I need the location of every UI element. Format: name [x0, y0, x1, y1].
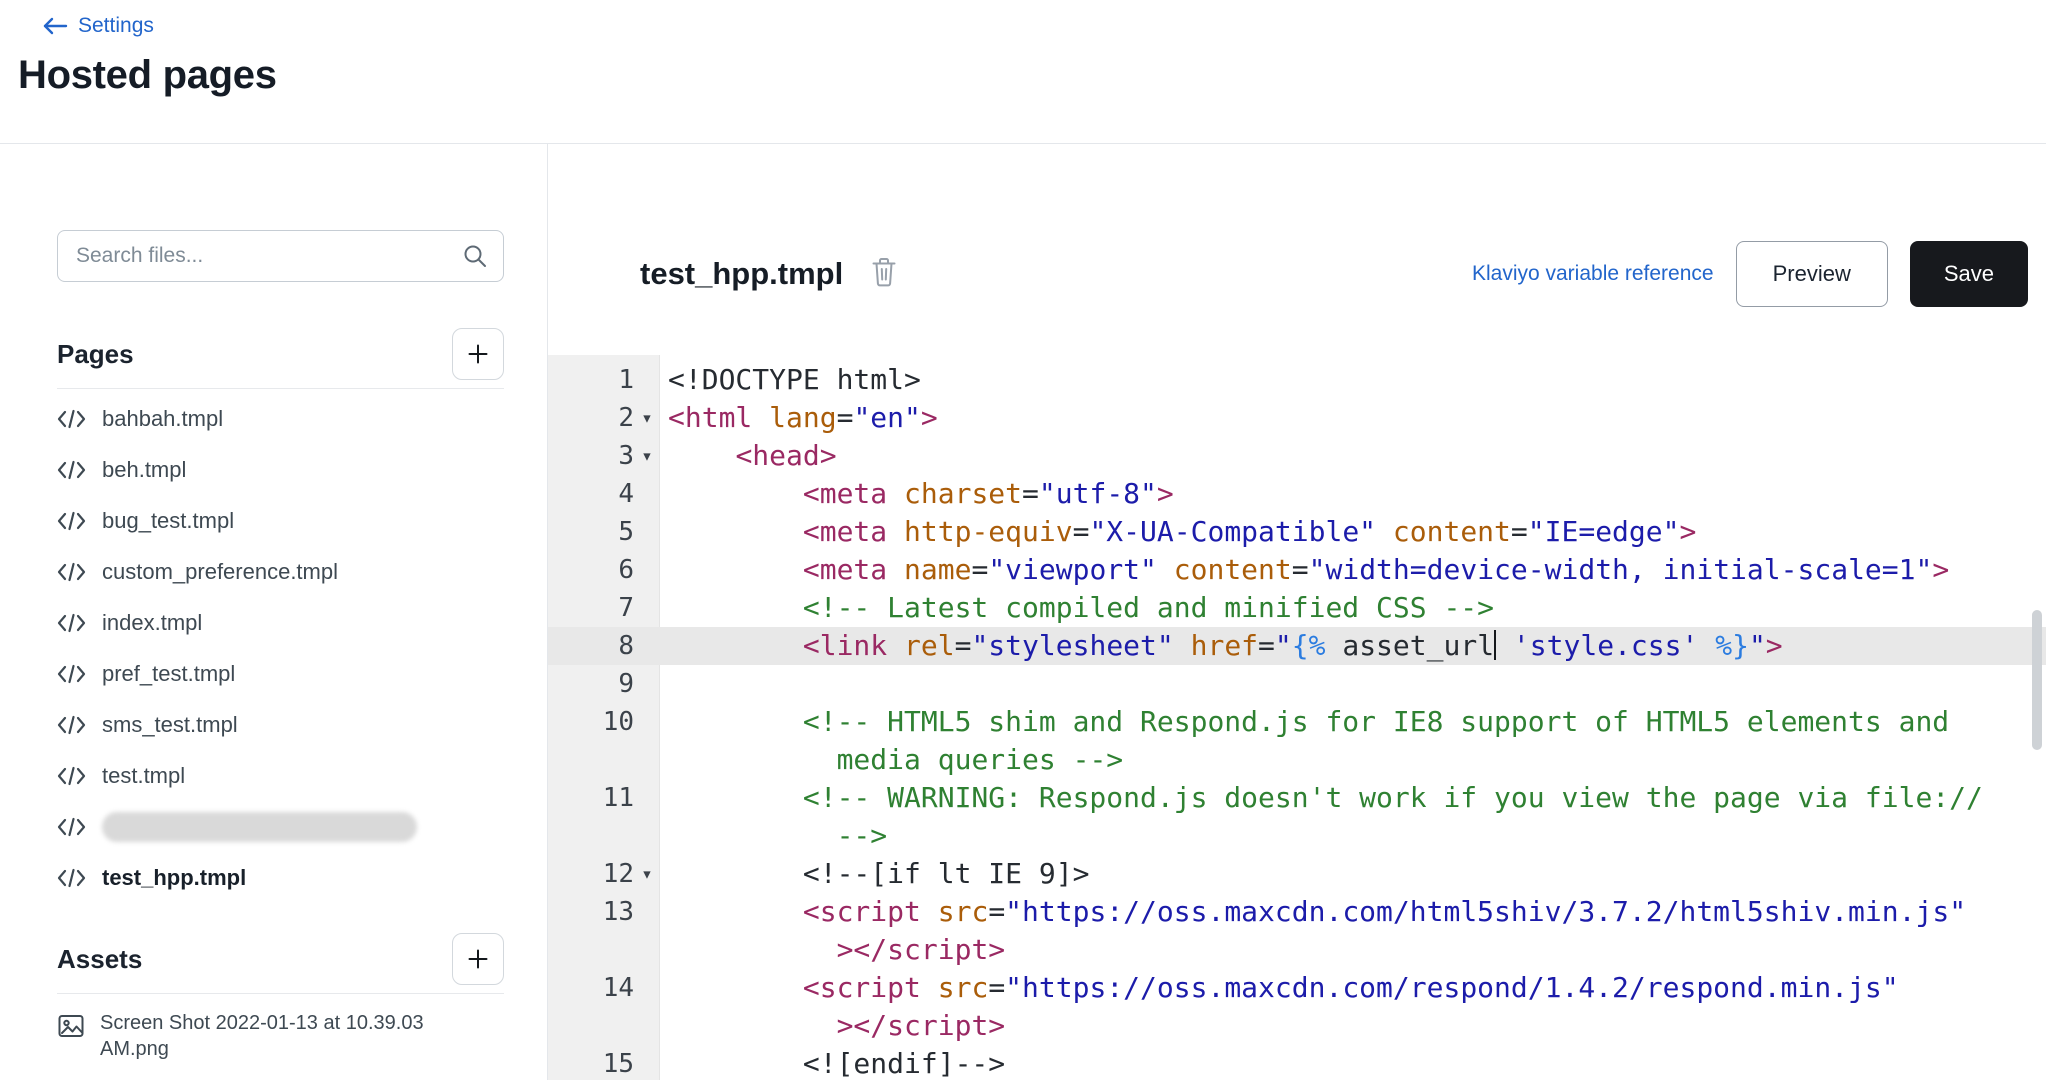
file-item[interactable]: bug_test.tmpl: [57, 495, 504, 546]
editor-line[interactable]: 3 ▾ <head>: [548, 437, 2046, 475]
hosted-pages-screen: Settings Hosted pages Pages bahbah.tmplb…: [0, 0, 2046, 1080]
line-number: 8: [618, 631, 634, 661]
line-number: 7: [618, 593, 634, 623]
variable-reference-link[interactable]: Klaviyo variable reference: [1472, 262, 1714, 286]
back-arrow-icon: [43, 17, 68, 35]
editor-line[interactable]: 13 <script src="https://oss.maxcdn.com/h…: [548, 893, 2046, 969]
editor-line[interactable]: 5 <meta http-equiv="X-UA-Compatible" con…: [548, 513, 2046, 551]
assets-section-header: Assets: [57, 933, 504, 994]
line-number: 3 ▾: [548, 437, 660, 475]
code-file-icon: [57, 613, 86, 632]
editor-line[interactable]: 7 <!-- Latest compiled and minified CSS …: [548, 589, 2046, 627]
line-number: 15: [602, 1049, 634, 1079]
back-label: Settings: [78, 14, 154, 37]
save-button[interactable]: Save: [1909, 240, 2028, 307]
image-file-icon: [58, 1015, 84, 1037]
file-name: bahbah.tmpl: [102, 405, 224, 431]
editor-line[interactable]: 2 ▾ <html lang="en">: [548, 399, 2046, 437]
file-name: custom_preference.tmpl: [102, 558, 338, 584]
fold-arrow-icon[interactable]: ▾: [634, 437, 660, 475]
editor-line[interactable]: 9: [548, 665, 2046, 703]
code-file-icon: [57, 715, 86, 734]
file-item[interactable]: custom_preference.tmpl: [57, 546, 504, 597]
code-file-icon: [57, 460, 86, 479]
redacted-filename: [102, 811, 417, 842]
editor-line[interactable]: 14 <script src="https://oss.maxcdn.com/r…: [548, 969, 2046, 1045]
back-to-settings-link[interactable]: Settings: [42, 14, 154, 38]
code-file-icon: [57, 511, 86, 530]
editor-line[interactable]: 15 <![endif]-->: [548, 1045, 2046, 1080]
fold-arrow-icon[interactable]: ▾: [634, 399, 660, 437]
search-files-input[interactable]: [57, 230, 504, 282]
pages-section-header: Pages: [57, 328, 504, 389]
editor-line[interactable]: 12 ▾ <!--[if lt IE 9]>: [548, 855, 2046, 893]
file-name: sms_test.tmpl: [102, 711, 238, 737]
code-file-icon: [57, 409, 86, 428]
preview-button[interactable]: Preview: [1735, 240, 1888, 307]
code-lines: 1 <!DOCTYPE html> 2 ▾ <html lang="en"> 3 ▾ <he…: [548, 355, 2046, 1080]
code-file-icon: [57, 868, 86, 887]
delete-file-button[interactable]: [867, 254, 901, 293]
code-file-icon: [57, 817, 86, 836]
file-item[interactable]: test_hpp.tmpl: [57, 852, 504, 903]
file-name: bug_test.tmpl: [102, 507, 235, 533]
line-number: 9: [618, 669, 634, 699]
editor-scrollbar-thumb[interactable]: [2032, 610, 2042, 750]
editor-actions: Klaviyo variable reference Preview Save: [1472, 240, 2028, 307]
editor-header: test_hpp.tmpl Klaviyo variable reference…: [548, 144, 2046, 355]
trash-icon: [872, 258, 896, 287]
assets-list: Screen Shot 2022-01-13 at 10.39.03 AM.pn…: [57, 1010, 504, 1062]
file-item-redacted[interactable]: [57, 801, 504, 852]
fold-arrow-icon[interactable]: ▾: [634, 855, 660, 893]
file-name: index.tmpl: [102, 609, 203, 635]
search-files: [57, 230, 504, 282]
editor-line[interactable]: 8 <link rel="stylesheet" href="{% asset_…: [548, 627, 2046, 665]
file-name: test_hpp.tmpl: [102, 864, 247, 890]
search-icon: [464, 245, 486, 267]
line-number: 13: [602, 897, 634, 927]
editor-line[interactable]: 11 <!-- WARNING: Respond.js doesn't work…: [548, 779, 2046, 855]
editor-panel: test_hpp.tmpl Klaviyo variable reference…: [548, 144, 2046, 1080]
page-header: Settings Hosted pages: [0, 0, 2046, 144]
line-number: 2 ▾: [548, 399, 660, 437]
file-item[interactable]: test.tmpl: [57, 750, 504, 801]
line-number: 10: [602, 707, 634, 737]
file-sidebar: Pages bahbah.tmpl beh.tmpl bug_test.tmplcu…: [0, 144, 548, 1080]
line-number: 6: [618, 555, 634, 585]
file-item[interactable]: index.tmpl: [57, 597, 504, 648]
plus-icon: [468, 344, 488, 364]
line-number: 14: [602, 973, 634, 1003]
editor-line[interactable]: 10 <!-- HTML5 shim and Respond.js for IE…: [548, 703, 2046, 779]
line-number: 12 ▾: [548, 855, 660, 893]
editor-line[interactable]: 1 <!DOCTYPE html>: [548, 361, 2046, 399]
line-number: 11: [602, 783, 634, 813]
file-name: test.tmpl: [102, 762, 186, 788]
file-item[interactable]: sms_test.tmpl: [57, 699, 504, 750]
asset-name: Screen Shot 2022-01-13 at 10.39.03 AM.pn…: [100, 1012, 424, 1060]
asset-item[interactable]: Screen Shot 2022-01-13 at 10.39.03 AM.pn…: [57, 1010, 504, 1062]
code-editor[interactable]: 1 <!DOCTYPE html> 2 ▾ <html lang="en"> 3 ▾ <he…: [548, 355, 2046, 1080]
assets-heading: Assets: [57, 943, 143, 974]
line-number: 4: [618, 479, 634, 509]
file-item[interactable]: beh.tmpl: [57, 444, 504, 495]
pages-file-list: bahbah.tmpl beh.tmpl bug_test.tmpl custom_p…: [57, 393, 504, 903]
file-item[interactable]: bahbah.tmpl: [57, 393, 504, 444]
line-number: 5: [618, 517, 634, 547]
open-file-title: test_hpp.tmpl: [640, 255, 844, 291]
code-file-icon: [57, 562, 86, 581]
file-item[interactable]: pref_test.tmpl: [57, 648, 504, 699]
file-name: beh.tmpl: [102, 456, 187, 482]
page-title: Hosted pages: [18, 53, 277, 97]
add-asset-button[interactable]: [452, 933, 504, 985]
plus-icon: [468, 949, 488, 969]
editor-line[interactable]: 4 <meta charset="utf-8">: [548, 475, 2046, 513]
code-file-icon: [57, 766, 86, 785]
add-page-button[interactable]: [452, 328, 504, 380]
file-name: pref_test.tmpl: [102, 660, 236, 686]
editor-line[interactable]: 6 <meta name="viewport" content="width=d…: [548, 551, 2046, 589]
line-number: 1: [618, 365, 634, 395]
code-file-icon: [57, 664, 86, 683]
pages-heading: Pages: [57, 338, 134, 369]
